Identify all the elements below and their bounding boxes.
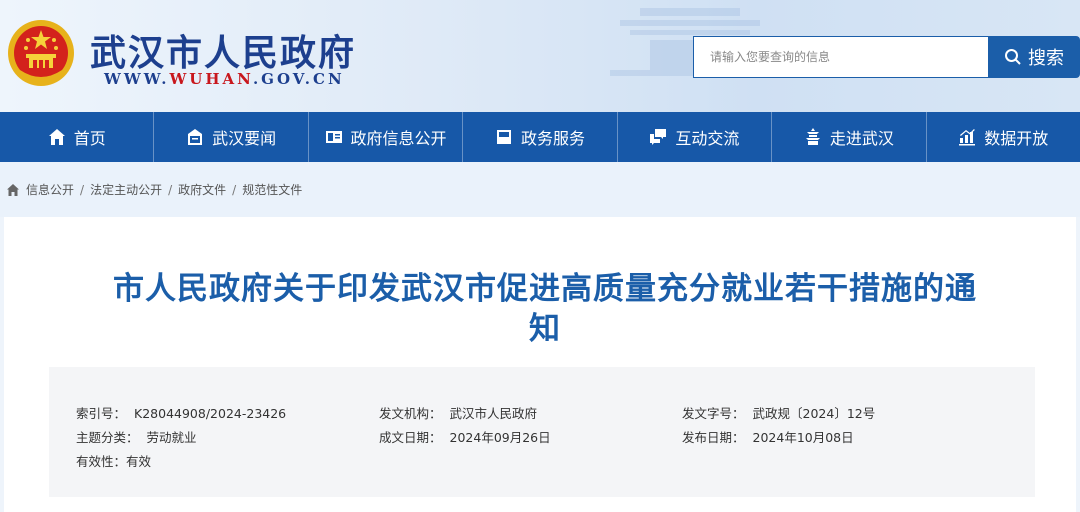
meta-doc-no: 发文字号： 武政规〔2024〕12号	[682, 403, 875, 422]
meta-row: 有效性：有效	[49, 451, 1035, 475]
site-url-suffix: .GOV.CN	[252, 70, 345, 88]
meta-value: 武汉市人民政府	[449, 406, 538, 421]
home-icon	[48, 129, 65, 145]
site-url-accent: WUHAN	[169, 70, 253, 88]
breadcrumb-normative-documents[interactable]: 规范性文件	[242, 181, 302, 198]
site-url-prefix: WWW.	[104, 70, 170, 88]
meta-written-date: 成文日期： 2024年09月26日	[379, 427, 551, 446]
meta-label: 发布日期：	[682, 430, 745, 445]
nav-item-label: 政府信息公开	[350, 129, 447, 148]
news-icon	[188, 129, 203, 145]
breadcrumb-statutory-disclosure[interactable]: 法定主动公开	[90, 181, 162, 198]
search-button[interactable]: 搜索	[988, 36, 1080, 78]
nav-item-open-data[interactable]: 数据开放	[927, 112, 1080, 162]
breadcrumb-gov-documents[interactable]: 政府文件	[178, 181, 226, 198]
nav-item-services[interactable]: 政务服务	[463, 112, 618, 162]
meta-row: 索引号： K28044908/2024-23426 发文机构： 武汉市人民政府 发文…	[49, 403, 1035, 427]
meta-label: 成文日期：	[379, 430, 442, 445]
site-title[interactable]: 武汉市人民政府	[90, 24, 356, 76]
meta-validity: 有效性：有效	[76, 451, 151, 470]
meta-row: 主题分类： 劳动就业 成文日期： 2024年09月26日 发布日期： 2024年10月…	[49, 427, 1035, 451]
site-url[interactable]: WWW.WUHAN.GOV.CN	[104, 70, 345, 88]
nav-item-news[interactable]: 武汉要闻	[154, 112, 309, 162]
site-header: 武汉市人民政府 WWW.WUHAN.GOV.CN 请输入您要查询的信息 搜索	[0, 0, 1080, 112]
data-chart-icon	[959, 129, 976, 146]
meta-value: 2024年10月08日	[752, 430, 854, 445]
meta-publish-date: 发布日期： 2024年10月08日	[682, 427, 854, 446]
service-icon	[496, 130, 511, 144]
document-card: 市人民政府关于印发武汉市促进高质量充分就业若干措施的通知 索引号： K280449…	[4, 217, 1076, 512]
nav-item-home[interactable]: 首页	[0, 112, 155, 162]
search-button-label: 搜索	[1028, 48, 1064, 69]
breadcrumb-separator: /	[232, 182, 237, 197]
nav-item-label: 政务服务	[520, 129, 585, 148]
home-icon[interactable]	[6, 183, 20, 197]
breadcrumb: 信息公开 / 法定主动公开 / 政府文件 / 规范性文件	[0, 162, 1080, 217]
meta-issuer: 发文机构： 武汉市人民政府	[379, 403, 537, 422]
meta-topic: 主题分类： 劳动就业	[76, 427, 197, 446]
nav-item-label: 走进武汉	[829, 129, 894, 148]
nav-item-gov-info[interactable]: 政府信息公开	[309, 112, 464, 162]
meta-label: 发文机构：	[379, 406, 442, 421]
meta-value: 武政规〔2024〕12号	[752, 406, 876, 421]
national-emblem-icon	[8, 20, 74, 86]
meta-value: K28044908/2024-23426	[134, 406, 287, 421]
meta-value: 有效	[126, 454, 152, 469]
document-title: 市人民政府关于印发武汉市促进高质量充分就业若干措施的通知	[113, 271, 977, 347]
breadcrumb-separator: /	[80, 182, 85, 197]
info-card-icon	[325, 131, 342, 143]
nav-item-about-wuhan[interactable]: 走进武汉	[772, 112, 927, 162]
chat-icon	[650, 129, 667, 145]
nav-item-label: 武汉要闻	[212, 129, 277, 148]
nav-item-label: 数据开放	[984, 129, 1049, 148]
meta-value: 2024年09月26日	[449, 430, 551, 445]
meta-label: 发文字号：	[682, 406, 745, 421]
breadcrumb-separator: /	[168, 182, 173, 197]
document-metadata: 索引号： K28044908/2024-23426 发文机构： 武汉市人民政府 发文…	[49, 367, 1035, 497]
search-icon	[1005, 49, 1021, 65]
meta-index-no: 索引号： K28044908/2024-23426	[76, 403, 286, 422]
meta-value: 劳动就业	[146, 430, 197, 445]
nav-item-interaction[interactable]: 互动交流	[618, 112, 773, 162]
main-nav: 首页 武汉要闻 政府信息公开 政务服务 互动交流 走进武汉 数据开放	[0, 112, 1080, 162]
breadcrumb-info-disclosure[interactable]: 信息公开	[26, 181, 74, 198]
search-input[interactable]: 请输入您要查询的信息	[693, 36, 989, 78]
nav-item-label: 互动交流	[675, 129, 740, 148]
tower-icon	[805, 128, 820, 145]
nav-item-label: 首页	[73, 129, 106, 148]
meta-label: 有效性：	[76, 454, 127, 469]
meta-label: 主题分类：	[76, 430, 139, 445]
meta-label: 索引号：	[76, 406, 127, 421]
